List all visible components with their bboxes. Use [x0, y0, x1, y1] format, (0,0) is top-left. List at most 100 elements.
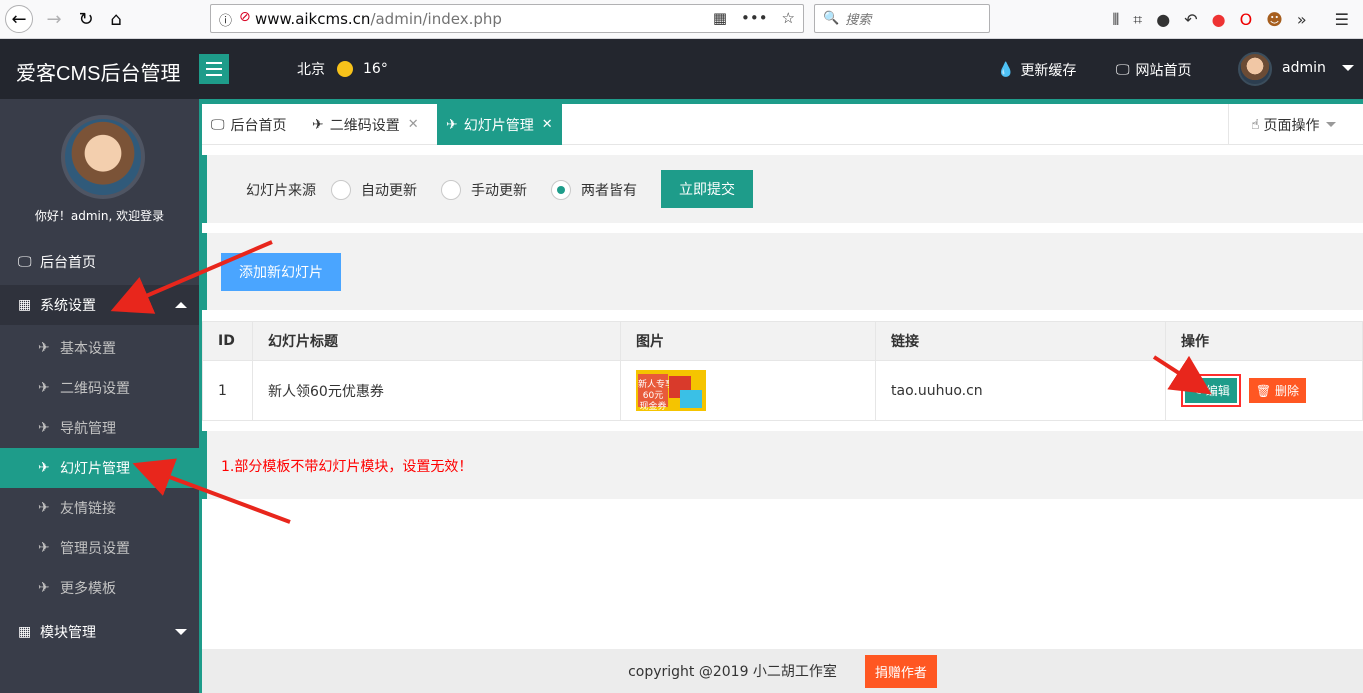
radio-manual-update[interactable]: 手动更新 — [441, 180, 527, 200]
sidebar-item-system-settings[interactable]: ▦ 系统设置 — [0, 285, 199, 325]
home-icon[interactable]: ⌂ — [102, 5, 130, 33]
back-icon[interactable]: ← — [5, 5, 33, 33]
sidebar: 你好！admin, 欢迎登录 🖵 后台首页 ▦ 系统设置 ✈ 基本设置 ✈ 二维… — [0, 99, 199, 693]
column-header-link: 链接 — [875, 321, 1166, 361]
sidebar-item-label: 友情链接 — [60, 501, 116, 517]
column-header-image: 图片 — [620, 321, 876, 361]
add-slide-button[interactable]: 添加新幻灯片 — [221, 253, 341, 291]
cell-link: tao.uuhuo.cn — [875, 360, 1166, 421]
edit-button[interactable]: ✎ 编辑 — [1185, 378, 1237, 403]
search-icon: 🔍 — [823, 11, 840, 26]
site-home-link[interactable]: 🖵 网站首页 — [1116, 60, 1192, 80]
weather-widget: 北京 16° — [297, 59, 388, 79]
copyright-text: copyright @2019 小二胡工作室 — [628, 664, 837, 680]
chat-icon[interactable]: ● — [1156, 10, 1170, 29]
slide-thumbnail: 新人专享 60元 现金券 — [636, 370, 706, 411]
sidebar-item-module-management[interactable]: ▦ 模块管理 — [0, 612, 199, 652]
user-menu[interactable]: admin — [1282, 60, 1354, 76]
url-path: /admin/index.php — [370, 9, 502, 28]
undo-icon[interactable]: ↶ — [1184, 10, 1197, 29]
crop-icon[interactable]: ⌗ — [1133, 10, 1142, 30]
sun-icon — [337, 61, 353, 77]
sidebar-item-slideshow[interactable]: ✈ 幻灯片管理 — [0, 448, 199, 488]
donate-button[interactable]: 捐赠作者 — [864, 654, 937, 688]
star-icon[interactable]: ☆ — [782, 9, 795, 27]
chevron-down-icon — [1325, 122, 1336, 127]
delete-button[interactable]: 🗑 删除 — [1248, 378, 1306, 403]
opera-icon[interactable]: O — [1240, 10, 1253, 29]
radio-circle-checked — [551, 180, 571, 200]
weather-city: 北京 — [297, 62, 325, 78]
tracking-icon[interactable]: ⊘ — [239, 9, 251, 25]
sidebar-item-qrcode-settings[interactable]: ✈ 二维码设置 — [0, 368, 199, 408]
sidebar-item-label: 管理员设置 — [60, 541, 130, 557]
sidebar-item-label: 后台首页 — [40, 255, 96, 271]
monitor-icon: 🖵 — [18, 254, 32, 270]
tab-label: 二维码设置 — [329, 117, 400, 134]
forward-icon[interactable]: → — [40, 5, 68, 33]
sidebar-item-label: 更多模板 — [60, 581, 116, 597]
radio-both[interactable]: 两者皆有 — [551, 180, 637, 200]
edit-label: 编辑 — [1205, 384, 1230, 398]
grid-icon: ▦ — [18, 297, 32, 313]
table-header-row: ID 幻灯片标题 图片 链接 操作 — [202, 321, 1363, 361]
tab-qrcode-settings[interactable]: ✈ 二维码设置 ✕ — [303, 104, 428, 145]
location-icon[interactable]: ● — [1212, 10, 1226, 29]
refresh-cache-label: 更新缓存 — [1020, 63, 1077, 79]
send-icon: ✈ — [312, 116, 324, 133]
radio-auto-update[interactable]: 自动更新 — [331, 180, 417, 200]
url-bar[interactable]: ⓘ ⊘ www.aikcms.cn/admin/index.php ▦ ••• … — [210, 4, 804, 33]
sidebar-item-friend-links[interactable]: ✈ 友情链接 — [0, 488, 199, 528]
send-icon: ✈ — [38, 460, 50, 476]
more-icon[interactable]: ••• — [741, 9, 768, 27]
sidebar-item-admin-settings[interactable]: ✈ 管理员设置 — [0, 528, 199, 568]
browser-toolbar: ← → ↻ ⌂ ⓘ ⊘ www.aikcms.cn/admin/index.ph… — [0, 0, 1363, 39]
cell-id: 1 — [202, 360, 253, 421]
send-icon: ✈ — [38, 420, 50, 436]
chevron-down-icon — [1341, 65, 1354, 71]
app-header: 爱客CMS后台管理 北京 16° 💧 更新缓存 🖵 网站首页 admin — [0, 39, 1363, 99]
sidebar-item-navigation[interactable]: ✈ 导航管理 — [0, 408, 199, 448]
thumbnail-text: 新人专享 60元 现金券 — [638, 374, 674, 411]
sidebar-item-label: 系统设置 — [40, 298, 96, 314]
url-host: www.aikcms.cn — [255, 9, 371, 28]
radio-label: 两者皆有 — [581, 183, 637, 199]
tab-slideshow[interactable]: ✈ 幻灯片管理 ✕ — [437, 104, 562, 145]
reload-icon[interactable]: ↻ — [72, 5, 100, 33]
column-header-title: 幻灯片标题 — [252, 321, 621, 361]
tab-label: 幻灯片管理 — [463, 117, 534, 134]
close-icon[interactable]: ✕ — [542, 117, 553, 132]
sidebar-item-label: 幻灯片管理 — [60, 461, 130, 477]
search-input[interactable]: 🔍 搜索 — [814, 4, 990, 33]
sidebar-item-label: 导航管理 — [60, 421, 116, 437]
close-icon[interactable]: ✕ — [408, 117, 419, 132]
page-operations-dropdown[interactable]: ☝ 页面操作 — [1228, 104, 1363, 145]
menu-toggle-button[interactable] — [199, 54, 229, 84]
url-text: www.aikcms.cn/admin/index.php — [255, 10, 502, 28]
tab-bar: 🖵 后台首页 ✈ 二维码设置 ✕ ✈ 幻灯片管理 ✕ ☝ 页面操作 — [202, 104, 1363, 145]
sidebar-item-dashboard[interactable]: 🖵 后台首页 — [0, 242, 199, 282]
chevron-down-icon — [175, 629, 187, 635]
user-name: admin — [1282, 60, 1326, 76]
info-icon[interactable]: ⓘ — [219, 10, 232, 29]
qr-icon[interactable]: ▦ — [713, 9, 727, 27]
droplet-icon: 💧 — [997, 62, 1015, 78]
monkey-icon[interactable]: ☻ — [1266, 10, 1283, 29]
sidebar-item-basic-settings[interactable]: ✈ 基本设置 — [0, 328, 199, 368]
edit-highlight-frame: ✎ 编辑 — [1181, 374, 1241, 407]
cell-actions: ✎ 编辑 🗑 删除 — [1165, 360, 1363, 421]
trash-icon: 🗑 — [1255, 384, 1272, 398]
menu-icon[interactable]: ☰ — [1335, 10, 1349, 29]
sidebar-item-label: 二维码设置 — [60, 381, 130, 397]
welcome-text: 你好！admin, 欢迎登录 — [34, 209, 165, 223]
chevron-up-icon — [175, 302, 187, 308]
submit-button[interactable]: 立即提交 — [661, 170, 753, 208]
radio-label: 自动更新 — [361, 183, 417, 199]
sidebar-item-more-templates[interactable]: ✈ 更多模板 — [0, 568, 199, 608]
avatar[interactable] — [1238, 52, 1272, 86]
refresh-cache-link[interactable]: 💧 更新缓存 — [997, 60, 1076, 80]
tab-dashboard[interactable]: 🖵 后台首页 — [202, 104, 296, 145]
search-placeholder: 搜索 — [845, 13, 872, 28]
overflow-icon[interactable]: » — [1297, 10, 1307, 29]
library-icon[interactable]: ⫴ — [1112, 10, 1119, 30]
